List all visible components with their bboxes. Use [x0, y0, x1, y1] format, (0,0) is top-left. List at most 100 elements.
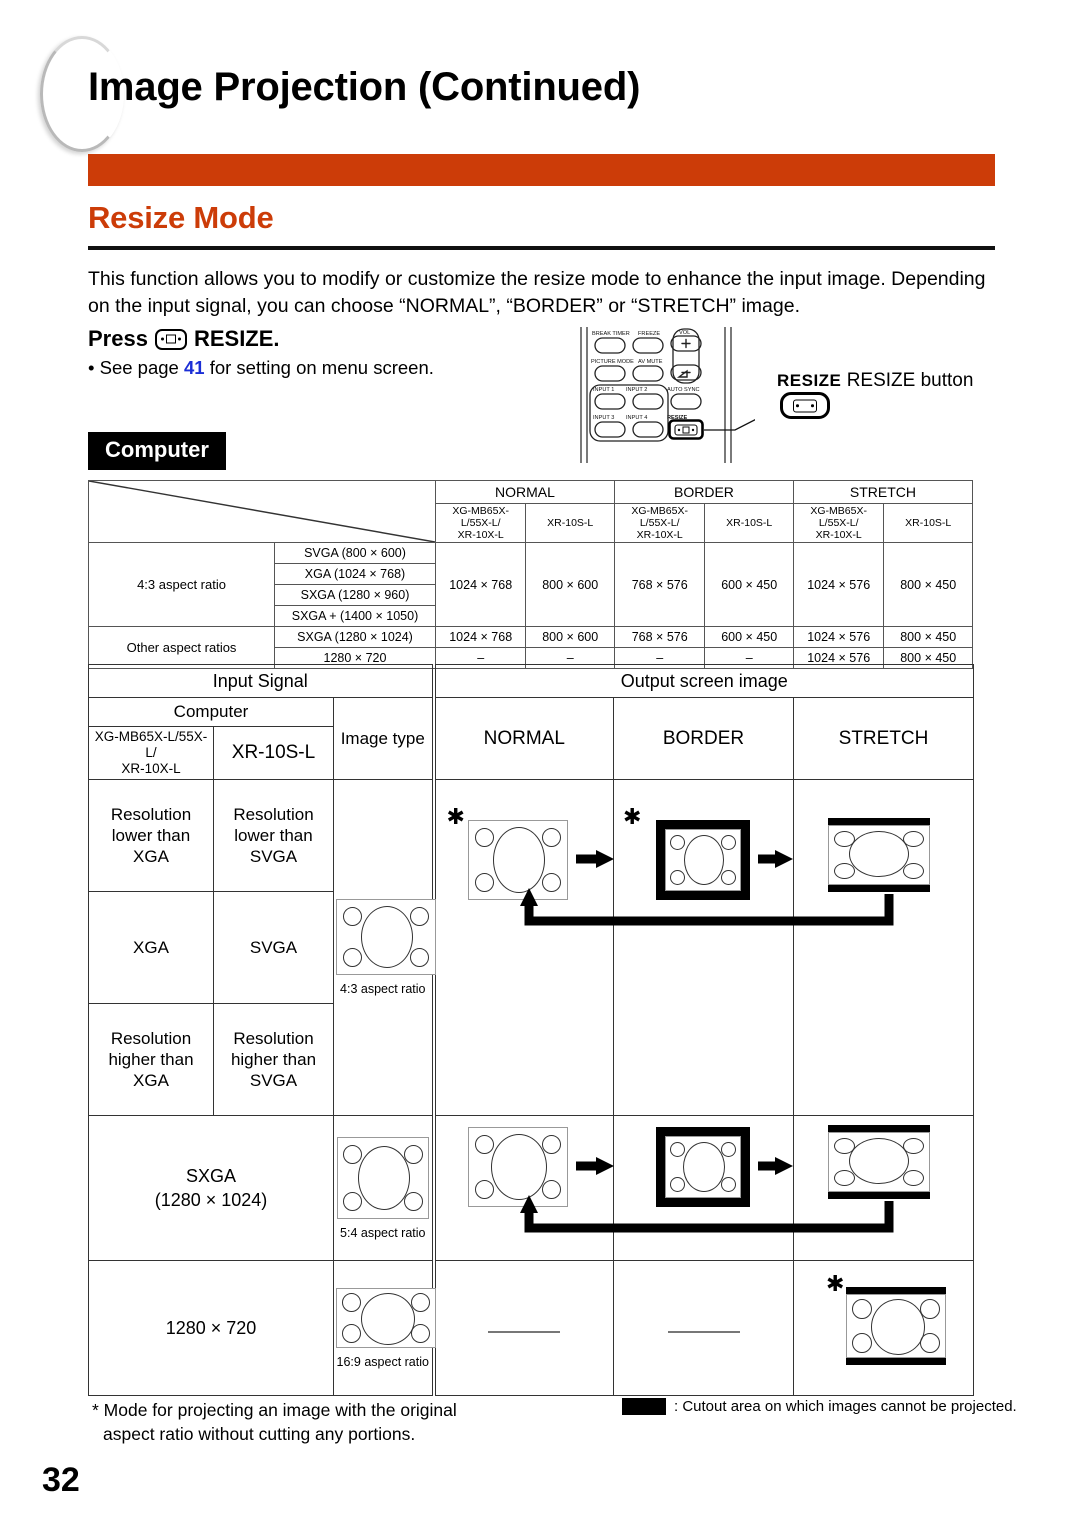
svg-text:AUTO SYNC: AUTO SYNC — [667, 387, 700, 393]
table2-head-model-a: XG-MB65X-L/55X-L/XR-10X-L — [88, 726, 214, 780]
cutout-frame-topbottom — [846, 1287, 946, 1365]
table1-model-a-border: XG-MB65X-L/55X-L/XR-10X-L — [613, 503, 706, 543]
stretch-star: ✱ — [826, 1271, 845, 1296]
table1-value: 1024 × 768 — [434, 542, 527, 627]
see-page-suffix: for setting on menu screen. — [209, 357, 434, 378]
not-applicable-dash — [488, 1331, 561, 1333]
table2-head-input-signal: Input Signal — [88, 664, 434, 698]
section-rule — [88, 246, 995, 250]
table2-signal-model-a: Resolution higher than XGA — [88, 1003, 214, 1116]
intro-paragraph: This function allows you to modify or cu… — [88, 268, 986, 317]
table1-resolution: XGA (1024 × 768) — [274, 563, 436, 585]
table1-value: 600 × 450 — [704, 626, 794, 648]
resolution-table: NORMAL BORDER STRETCH XG-MB65X-L/55X-L/X… — [87, 480, 974, 669]
see-page-note: • See page 41 for setting on menu screen… — [88, 357, 434, 379]
table1-model-b-normal: XR-10S-L — [525, 503, 615, 543]
table1-value: 800 × 450 — [883, 542, 973, 627]
table2-signal-model-b: Resolution lower than SVGA — [213, 779, 334, 892]
table2-normal-cell-43: ✱ — [431, 779, 614, 1116]
table2-normal-cell-169 — [431, 1260, 614, 1396]
screen-normal-5-4 — [467, 1127, 568, 1207]
not-applicable-dash — [667, 1331, 740, 1333]
table2-border-cell-43: ✱ — [613, 779, 794, 1116]
table1-mode-stretch: STRETCH — [792, 480, 974, 504]
table2-head-normal: NORMAL — [431, 697, 614, 780]
table1-resolution: SXGA (1280 × 1024) — [274, 626, 436, 648]
table1-model-a-normal: XG-MB65X-L/55X-L/XR-10X-L — [434, 503, 527, 543]
table2-head-output: Output screen image — [431, 664, 975, 698]
cutout-frame-topbottom — [828, 818, 930, 892]
screen-icon-4-3 — [336, 899, 436, 975]
table2-image-type-43: 4:3 aspect ratio — [333, 779, 436, 1116]
screen-stretch-4-3 — [828, 825, 930, 885]
table1-value: 768 × 576 — [613, 542, 706, 627]
screen-icon-5-4 — [336, 1136, 429, 1219]
table2-head-model-b: XR-10S-L — [213, 726, 334, 780]
cutout-frame — [656, 820, 750, 900]
table1-value: 1024 × 576 — [792, 542, 885, 627]
footnote-line1: * Mode for projecting an image with the … — [92, 1400, 457, 1420]
resize-callout-text: RESIZE button — [846, 370, 974, 391]
svg-text:INPUT 2: INPUT 2 — [626, 387, 647, 393]
table1-resolution: SXGA + (1400 × 1050) — [274, 605, 436, 627]
table2-border-cell-54 — [613, 1115, 794, 1261]
table2-head-border: BORDER — [613, 697, 794, 780]
svg-text:FREEZE: FREEZE — [638, 331, 660, 337]
table1-value: 800 × 450 — [883, 626, 973, 648]
resize-callout-bold: RESIZE — [777, 371, 842, 390]
cutout-swatch-icon — [622, 1398, 666, 1415]
footnote-asterisk: * Mode for projecting an image with the … — [92, 1398, 522, 1446]
screen-stretch-5-4 — [828, 1132, 930, 1192]
normal-star: ✱ — [446, 804, 465, 829]
table1-mode-border: BORDER — [613, 480, 794, 504]
table1-corner-cell — [88, 480, 436, 543]
see-page-number[interactable]: 41 — [184, 357, 205, 378]
table2-image-type-54: 5:4 aspect ratio — [333, 1115, 434, 1261]
table1-value: 600 × 450 — [704, 542, 794, 627]
table2-head-image-type: Image type — [333, 697, 434, 780]
svg-text:PICTURE MODE: PICTURE MODE — [591, 359, 634, 365]
table2-image-type-169: 16:9 aspect ratio — [333, 1260, 436, 1396]
table2-stretch-cell-43 — [520, 779, 975, 1116]
svg-text:BREAK TIMER: BREAK TIMER — [592, 331, 630, 337]
table2-signal-model-a: Resolution lower than XGA — [88, 779, 214, 892]
remote-control-illustration: BREAK TIMER FREEZE VOL PICTURE MODE AV M… — [575, 325, 755, 465]
manual-page: Image Projection (Continued) Resize Mode… — [0, 0, 1080, 1529]
svg-text:INPUT 3: INPUT 3 — [593, 415, 614, 421]
table2-signal-model-a: XGA — [88, 891, 214, 1004]
page-number: 32 — [42, 1461, 80, 1499]
aspect-caption: 5:4 aspect ratio — [340, 1225, 426, 1240]
computer-section-tag: Computer — [88, 432, 226, 470]
table2-signal-model-b: SVGA — [213, 891, 334, 1004]
table1-value: 800 × 600 — [525, 542, 615, 627]
table1-group-label-other: Other aspect ratios — [87, 626, 276, 669]
table1-model-a-stretch: XG-MB65X-L/55X-L/XR-10X-L — [792, 503, 885, 543]
table2-normal-cell-54 — [431, 1115, 614, 1261]
resize-label: RESIZE. — [193, 326, 280, 351]
table2-head-stretch: STRETCH — [792, 697, 975, 780]
table1-resolution: SVGA (800 × 600) — [274, 542, 436, 564]
screen-normal-4-3 — [467, 820, 568, 900]
footnote-legend: : Cutout area on which images cannot be … — [622, 1398, 1017, 1415]
table1-mode-normal: NORMAL — [434, 480, 615, 504]
table1-value: 768 × 576 — [613, 626, 706, 648]
section-title: Resize Mode — [88, 200, 274, 235]
table2-stretch-cell-54 — [520, 1115, 975, 1261]
aspect-caption: 16:9 aspect ratio — [336, 1354, 429, 1369]
table2-head-computer: Computer — [88, 697, 334, 727]
cutout-frame — [656, 1127, 750, 1207]
table1-model-b-border: XR-10S-L — [704, 503, 794, 543]
table2-stretch-cell-169: ✱ — [792, 1260, 975, 1396]
table2-signal-model-b: Resolution higher than SVGA — [213, 1003, 334, 1116]
footnote-legend-text: : Cutout area on which images cannot be … — [674, 1398, 1017, 1415]
table1-resolution: SXGA (1280 × 960) — [274, 584, 436, 606]
svg-text:INPUT 1: INPUT 1 — [593, 387, 614, 393]
footnote-line2: aspect ratio without cutting any portion… — [103, 1424, 416, 1444]
table2-signal-sxga: SXGA (1280 × 1024) — [88, 1115, 334, 1261]
border-star: ✱ — [623, 804, 642, 829]
press-label: Press — [88, 326, 148, 351]
svg-text:INPUT 4: INPUT 4 — [626, 415, 647, 421]
table1-model-b-stretch: XR-10S-L — [883, 503, 973, 543]
cutout-frame-topbottom — [828, 1125, 930, 1199]
page-title: Image Projection (Continued) — [88, 65, 641, 109]
